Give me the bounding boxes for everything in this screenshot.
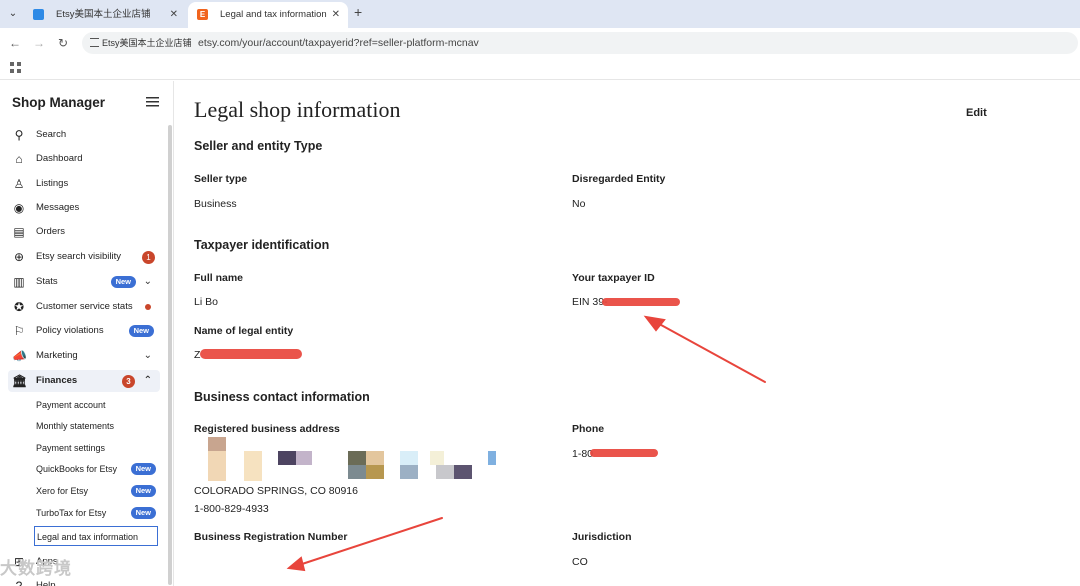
customer-service-icon: ✪ — [13, 300, 25, 314]
listings-icon: ♙ — [13, 177, 25, 191]
new-badge: New — [130, 463, 156, 475]
browser-tab-etsy-store[interactable]: Etsy美国本土企业店铺 ✕ — [24, 2, 186, 28]
reload-icon[interactable]: ↻ — [54, 34, 72, 52]
edit-button[interactable]: Edit — [966, 107, 987, 119]
sidebar-item-search[interactable]: ⚲ Search — [8, 124, 160, 146]
url-text[interactable]: etsy.com/your/account/taxpayerid?ref=sel… — [198, 35, 479, 51]
search-visibility-icon: ⊕ — [13, 250, 25, 264]
redaction-scribble — [602, 298, 680, 306]
sidebar-subitem-turbotax[interactable]: TurboTax for Etsy New — [36, 503, 160, 523]
jurisdiction-label: Jurisdiction — [572, 531, 632, 543]
registered-address-label: Registered business address — [194, 423, 340, 435]
new-badge: New — [110, 276, 136, 288]
messages-icon: ◉ — [13, 201, 25, 215]
sidebar-subitem-monthly-statements[interactable]: Monthly statements — [36, 416, 160, 436]
menu-hamburger-icon[interactable] — [146, 97, 159, 107]
apps-grid-icon[interactable] — [10, 62, 21, 73]
address-phone-line: 1-800-829-4933 — [194, 503, 269, 515]
chevron-down-icon[interactable]: ⌄ — [144, 271, 152, 293]
sidebar-item-finances[interactable]: 🏛 Finances 3 ⌃ — [8, 370, 160, 392]
site-info-chip[interactable]: Etsy美国本土企业店铺 — [88, 35, 198, 51]
etsy-store-favicon-icon — [33, 9, 44, 20]
browser-tab-legal-tax[interactable]: E Legal and tax information ✕ — [188, 2, 348, 28]
redaction-scribble — [590, 449, 658, 457]
site-settings-icon — [90, 38, 99, 47]
alert-dot — [145, 304, 151, 310]
back-arrow-icon[interactable]: ← — [6, 34, 24, 52]
sidebar-title: Shop Manager — [12, 95, 106, 110]
tab-label: Etsy美国本土企业店铺 — [56, 9, 151, 20]
url-field[interactable]: Etsy美国本土企业店铺 etsy.com/your/account/taxpa… — [82, 32, 1078, 54]
bank-icon: 🏛 — [12, 374, 28, 388]
notification-count-badge: 3 — [122, 375, 135, 388]
stats-icon: ▥ — [13, 275, 25, 289]
new-badge: New — [130, 507, 156, 519]
jurisdiction-value: CO — [572, 556, 588, 568]
seller-type-value: Business — [194, 198, 237, 210]
subitem-label: QuickBooks for Etsy — [36, 464, 118, 474]
sidebar-item-stats[interactable]: ▥ Stats New ⌄ — [8, 271, 160, 293]
sidebar-item-messages[interactable]: ◉ Messages — [8, 197, 160, 219]
sidebar-item-policy-violations[interactable]: ⚐ Policy violations New — [8, 320, 160, 342]
new-tab-button[interactable]: + — [354, 4, 362, 20]
sidebar-item-orders[interactable]: ▤ Orders — [8, 221, 160, 243]
subitem-label: Xero for Etsy — [36, 486, 89, 496]
main-content: Legal shop information Edit Seller and e… — [174, 81, 1080, 586]
full-name-label: Full name — [194, 272, 244, 284]
sidebar-scrollbar[interactable] — [168, 125, 172, 585]
sidebar-subitem-payment-settings[interactable]: Payment settings — [36, 438, 160, 458]
full-name-value: Li Bo — [194, 296, 218, 308]
browser-tab-strip: ⌄ Etsy美国本土企业店铺 ✕ E Legal and tax informa… — [0, 0, 1080, 28]
tab-search-menu[interactable]: ⌄ — [4, 5, 22, 23]
tab-label: Legal and tax information — [220, 9, 327, 20]
sidebar-item-customer-service-stats[interactable]: ✪ Customer service stats — [8, 296, 160, 318]
section-title-contact: Business contact information — [194, 390, 370, 404]
new-badge: New — [130, 485, 156, 497]
chevron-down-icon[interactable]: ⌄ — [144, 345, 152, 367]
orders-icon: ▤ — [13, 225, 25, 239]
shop-manager-sidebar: Shop Manager ⚲ Search ⌂ Dashboard ♙ List… — [0, 81, 174, 586]
sidebar-item-marketing[interactable]: 📣 Marketing ⌄ — [8, 345, 160, 367]
help-icon: ? — [15, 579, 23, 586]
forward-arrow-icon[interactable]: → — [30, 34, 48, 52]
sidebar-item-listings[interactable]: ♙ Listings — [8, 173, 160, 195]
address-city-line: COLORADO SPRINGS, CO 80916 — [194, 485, 358, 497]
chevron-up-icon[interactable]: ⌃ — [144, 370, 152, 392]
notification-count-badge: 1 — [142, 251, 155, 264]
etsy-favicon-icon: E — [197, 9, 208, 20]
seller-type-label: Seller type — [194, 173, 248, 185]
page-title: Legal shop information — [194, 97, 401, 122]
legal-entity-label: Name of legal entity — [194, 325, 294, 337]
sidebar-item-search-visibility[interactable]: ⊕ Etsy search visibility 1 — [8, 246, 160, 268]
bookmark-bar — [0, 58, 1080, 80]
redaction-mosaic — [204, 437, 504, 483]
watermark: 大数跨境 — [0, 559, 72, 578]
brn-label: Business Registration Number — [194, 531, 348, 543]
phone-label: Phone — [572, 423, 605, 435]
close-tab-icon[interactable]: ✕ — [332, 2, 340, 27]
redaction-scribble — [200, 349, 302, 359]
disregarded-entity-label: Disregarded Entity — [572, 173, 666, 185]
sidebar-subitem-payment-account[interactable]: Payment account — [36, 395, 160, 415]
subitem-label: TurboTax for Etsy — [36, 508, 107, 518]
search-icon: ⚲ — [14, 128, 24, 142]
sidebar-subitem-quickbooks[interactable]: QuickBooks for Etsy New — [36, 459, 160, 479]
new-badge: New — [128, 325, 154, 337]
flag-icon: ⚐ — [13, 324, 25, 338]
close-tab-icon[interactable]: ✕ — [170, 2, 178, 27]
home-icon: ⌂ — [15, 152, 23, 166]
section-title-taxpayer: Taxpayer identification — [194, 238, 330, 252]
megaphone-icon: 📣 — [12, 349, 27, 363]
sidebar-subitem-legal-tax[interactable]: Legal and tax information — [34, 526, 158, 546]
address-bar-row: ← → ↻ Etsy美国本土企业店铺 etsy.com/your/account… — [0, 28, 1080, 58]
section-title-seller: Seller and entity Type — [194, 139, 323, 153]
sidebar-subitem-xero[interactable]: Xero for Etsy New — [36, 481, 160, 501]
taxpayer-id-label: Your taxpayer ID — [572, 272, 655, 284]
site-chip-label: Etsy美国本土企业店铺 — [102, 38, 192, 48]
disregarded-entity-value: No — [572, 198, 586, 210]
sidebar-item-dashboard[interactable]: ⌂ Dashboard — [8, 148, 160, 170]
